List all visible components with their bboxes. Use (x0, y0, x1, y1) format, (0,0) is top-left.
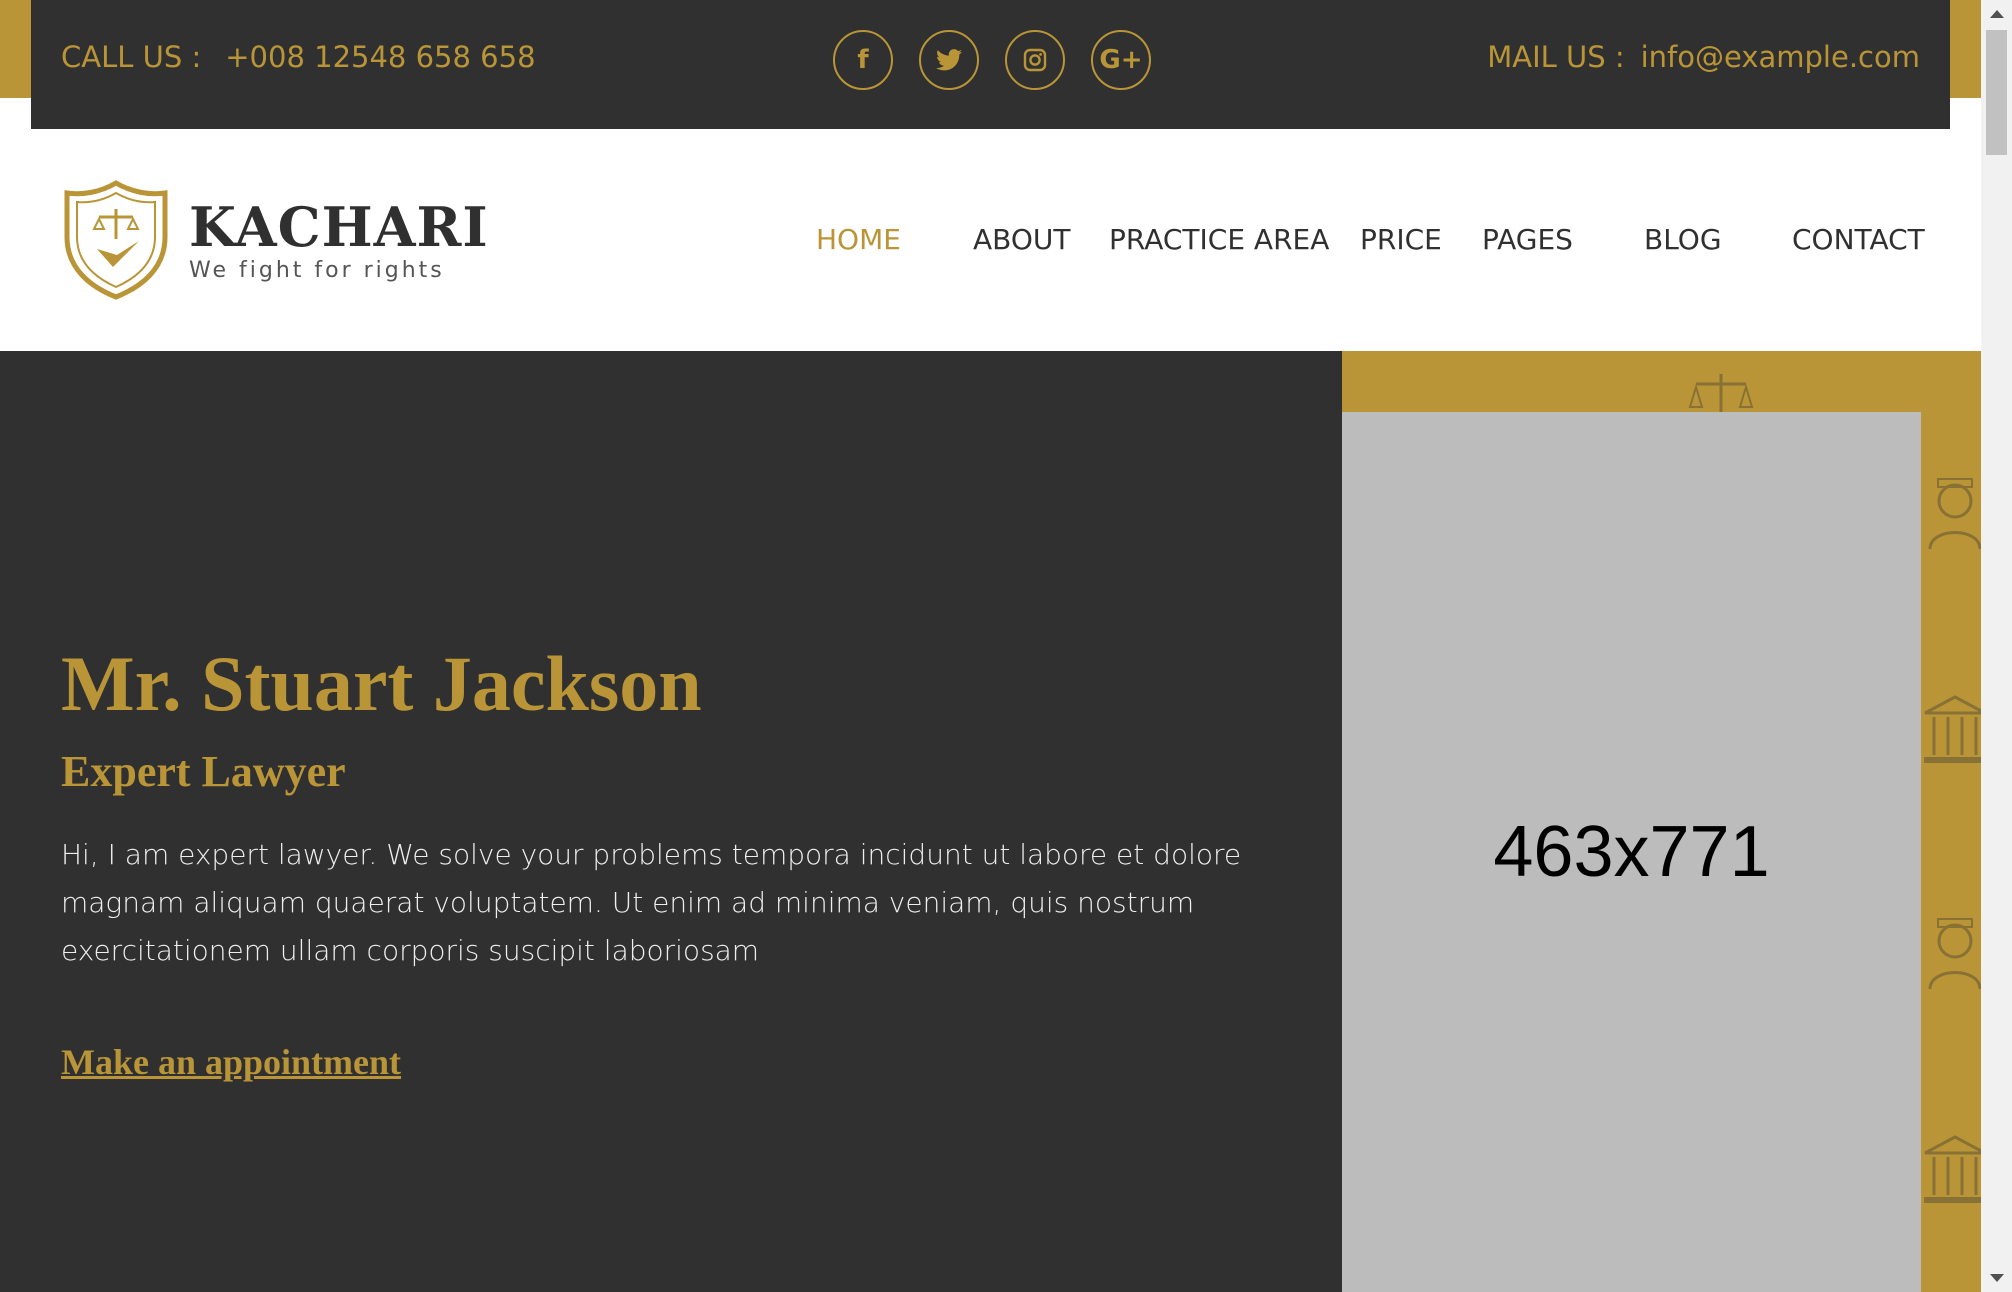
nav-price[interactable]: PRICE (1360, 223, 1442, 256)
social-links: f G+ (833, 30, 1151, 90)
mail-us: MAIL US : info@example.com (1487, 40, 1920, 74)
facebook-icon[interactable]: f (833, 30, 893, 90)
logo-name: KACHARI (189, 194, 489, 259)
nav-contact[interactable]: CONTACT (1792, 223, 1925, 256)
topbar-accent-right (1950, 0, 1981, 98)
call-us-label: CALL US : (61, 40, 202, 74)
placeholder-size-label: 463x771 (1493, 812, 1770, 892)
hero-section: Mr. Stuart Jackson Expert Lawyer Hi, I a… (0, 351, 1342, 1292)
hero-description: Hi, I am expert lawyer. We solve your pr… (61, 838, 1242, 967)
mail-us-label: MAIL US : (1487, 40, 1625, 74)
judge-icon (1928, 918, 1981, 990)
hero-title: Mr. Stuart Jackson (61, 640, 702, 727)
site-logo[interactable]: KACHARI We fight for rights (61, 179, 489, 301)
mail-us-address[interactable]: info@example.com (1641, 40, 1920, 74)
scroll-down-arrow-icon[interactable] (1981, 1264, 2012, 1292)
twitter-icon[interactable] (919, 30, 979, 90)
instagram-icon[interactable] (1005, 30, 1065, 90)
topbar-accent-left (0, 0, 31, 98)
call-us: CALL US : +008 12548 658 658 (61, 40, 536, 74)
hero-subtitle: Expert Lawyer (61, 747, 346, 796)
logo-tagline: We fight for rights (189, 257, 445, 283)
scroll-up-arrow-icon[interactable] (1981, 0, 2012, 28)
hero-image-placeholder: 463x771 (1342, 412, 1921, 1292)
nav-about[interactable]: ABOUT (973, 223, 1071, 256)
shield-scales-icon (64, 180, 168, 300)
page-scrollbar[interactable] (1981, 0, 2012, 1292)
nav-home[interactable]: HOME (816, 223, 901, 256)
nav-pages[interactable]: PAGES (1482, 223, 1573, 256)
site-header: KACHARI We fight for rights HOME ABOUT P… (0, 129, 1981, 351)
judge-icon (1928, 478, 1981, 550)
call-us-number[interactable]: +008 12548 658 658 (225, 40, 535, 74)
nav-practice-area[interactable]: PRACTICE AREA (1109, 223, 1329, 256)
scroll-thumb[interactable] (1986, 30, 2007, 155)
make-appointment-link[interactable]: Make an appointment (61, 1041, 401, 1083)
nav-blog[interactable]: BLOG (1644, 223, 1722, 256)
courthouse-icon (1924, 1135, 1981, 1203)
top-contact-bar: CALL US : +008 12548 658 658 f G+ MAIL US… (31, 0, 1950, 129)
google-plus-icon[interactable]: G+ (1091, 30, 1151, 90)
courthouse-icon (1924, 695, 1981, 763)
